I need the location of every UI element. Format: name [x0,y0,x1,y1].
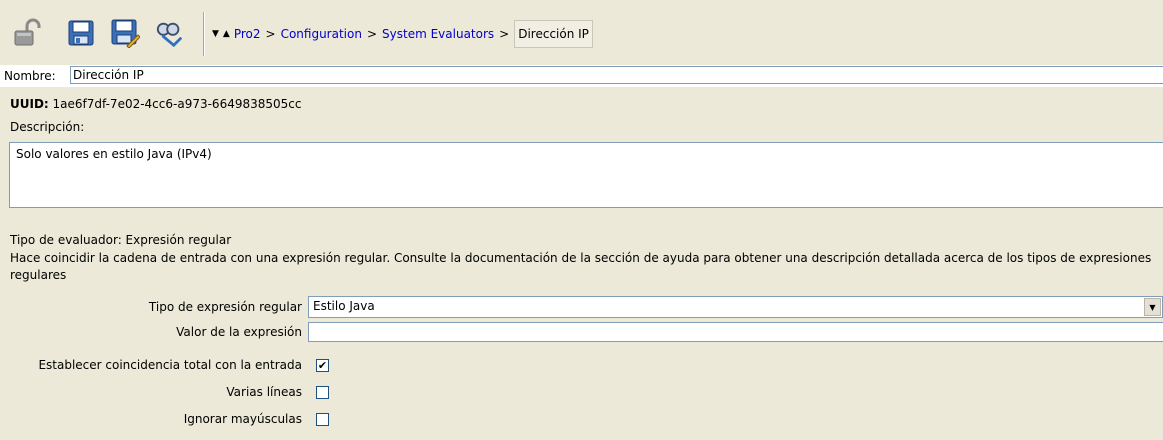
uuid-value: 1ae6f7df-7e02-4cc6-a973-6649838505cc [52,97,302,111]
breadcrumb-current[interactable]: Dirección IP [514,20,593,48]
name-input[interactable] [70,66,1163,84]
breadcrumb-link-system-evaluators[interactable]: System Evaluators [382,27,494,41]
breadcrumb-link-configuration[interactable]: Configuration [281,27,362,41]
breadcrumb-separator: > [366,27,378,41]
evaluator-type-text: Tipo de evaluador: Expresión regular [10,233,232,247]
uuid-label: UUID: [10,97,49,111]
regex-type-label: Tipo de expresión regular [148,300,302,314]
chevron-up-icon[interactable]: ▲ [223,29,230,39]
breadcrumb: ▼ ▲ Pro2 > Configuration > System Evalua… [212,20,593,48]
multiline-label: Varias líneas [226,385,302,399]
breadcrumb-separator: > [265,27,276,41]
find-usages-icon[interactable] [155,18,185,48]
regex-type-value: Estilo Java [313,299,375,313]
evaluator-help-text: Hace coincidir la cadena de entrada con … [10,251,1152,282]
description-label: Descripción: [10,120,85,134]
chevron-down-icon[interactable]: ▼ [212,29,219,39]
expression-input[interactable] [308,322,1163,342]
ignore-case-label: Ignorar mayúsculas [183,412,302,426]
multiline-row: Varias líneas [0,382,308,402]
expression-row: Valor de la expresión [0,322,308,342]
regex-type-select[interactable]: Estilo Java ▼ [308,296,1163,318]
full-match-label: Establecer coincidencia total con la ent… [38,358,302,372]
description-textarea[interactable]: Solo valores en estilo Java (IPv4) [9,142,1163,208]
expression-label: Valor de la expresión [176,325,302,339]
ignore-case-row: Ignorar mayúsculas [0,409,308,429]
full-match-row: Establecer coincidencia total con la ent… [0,355,308,375]
save-icon[interactable] [66,18,96,48]
multiline-checkbox[interactable] [316,386,329,399]
full-match-checkbox[interactable]: ✔ [316,359,329,372]
name-row: Nombre: [0,65,1163,87]
ignore-case-checkbox[interactable] [316,413,329,426]
save-as-icon[interactable] [110,18,140,48]
breadcrumb-separator: > [499,27,510,41]
unlock-icon[interactable] [12,18,42,48]
breadcrumb-link-pro2[interactable]: Pro2 [234,27,261,41]
uuid-line: UUID: 1ae6f7df-7e02-4cc6-a973-6649838505… [10,97,301,111]
name-label: Nombre: [4,69,56,83]
regex-type-row: Tipo de expresión regular [0,297,308,317]
toolbar-separator [203,12,205,56]
toolbar: ▼ ▲ Pro2 > Configuration > System Evalua… [0,0,1163,66]
dropdown-arrow-icon[interactable]: ▼ [1144,298,1161,316]
